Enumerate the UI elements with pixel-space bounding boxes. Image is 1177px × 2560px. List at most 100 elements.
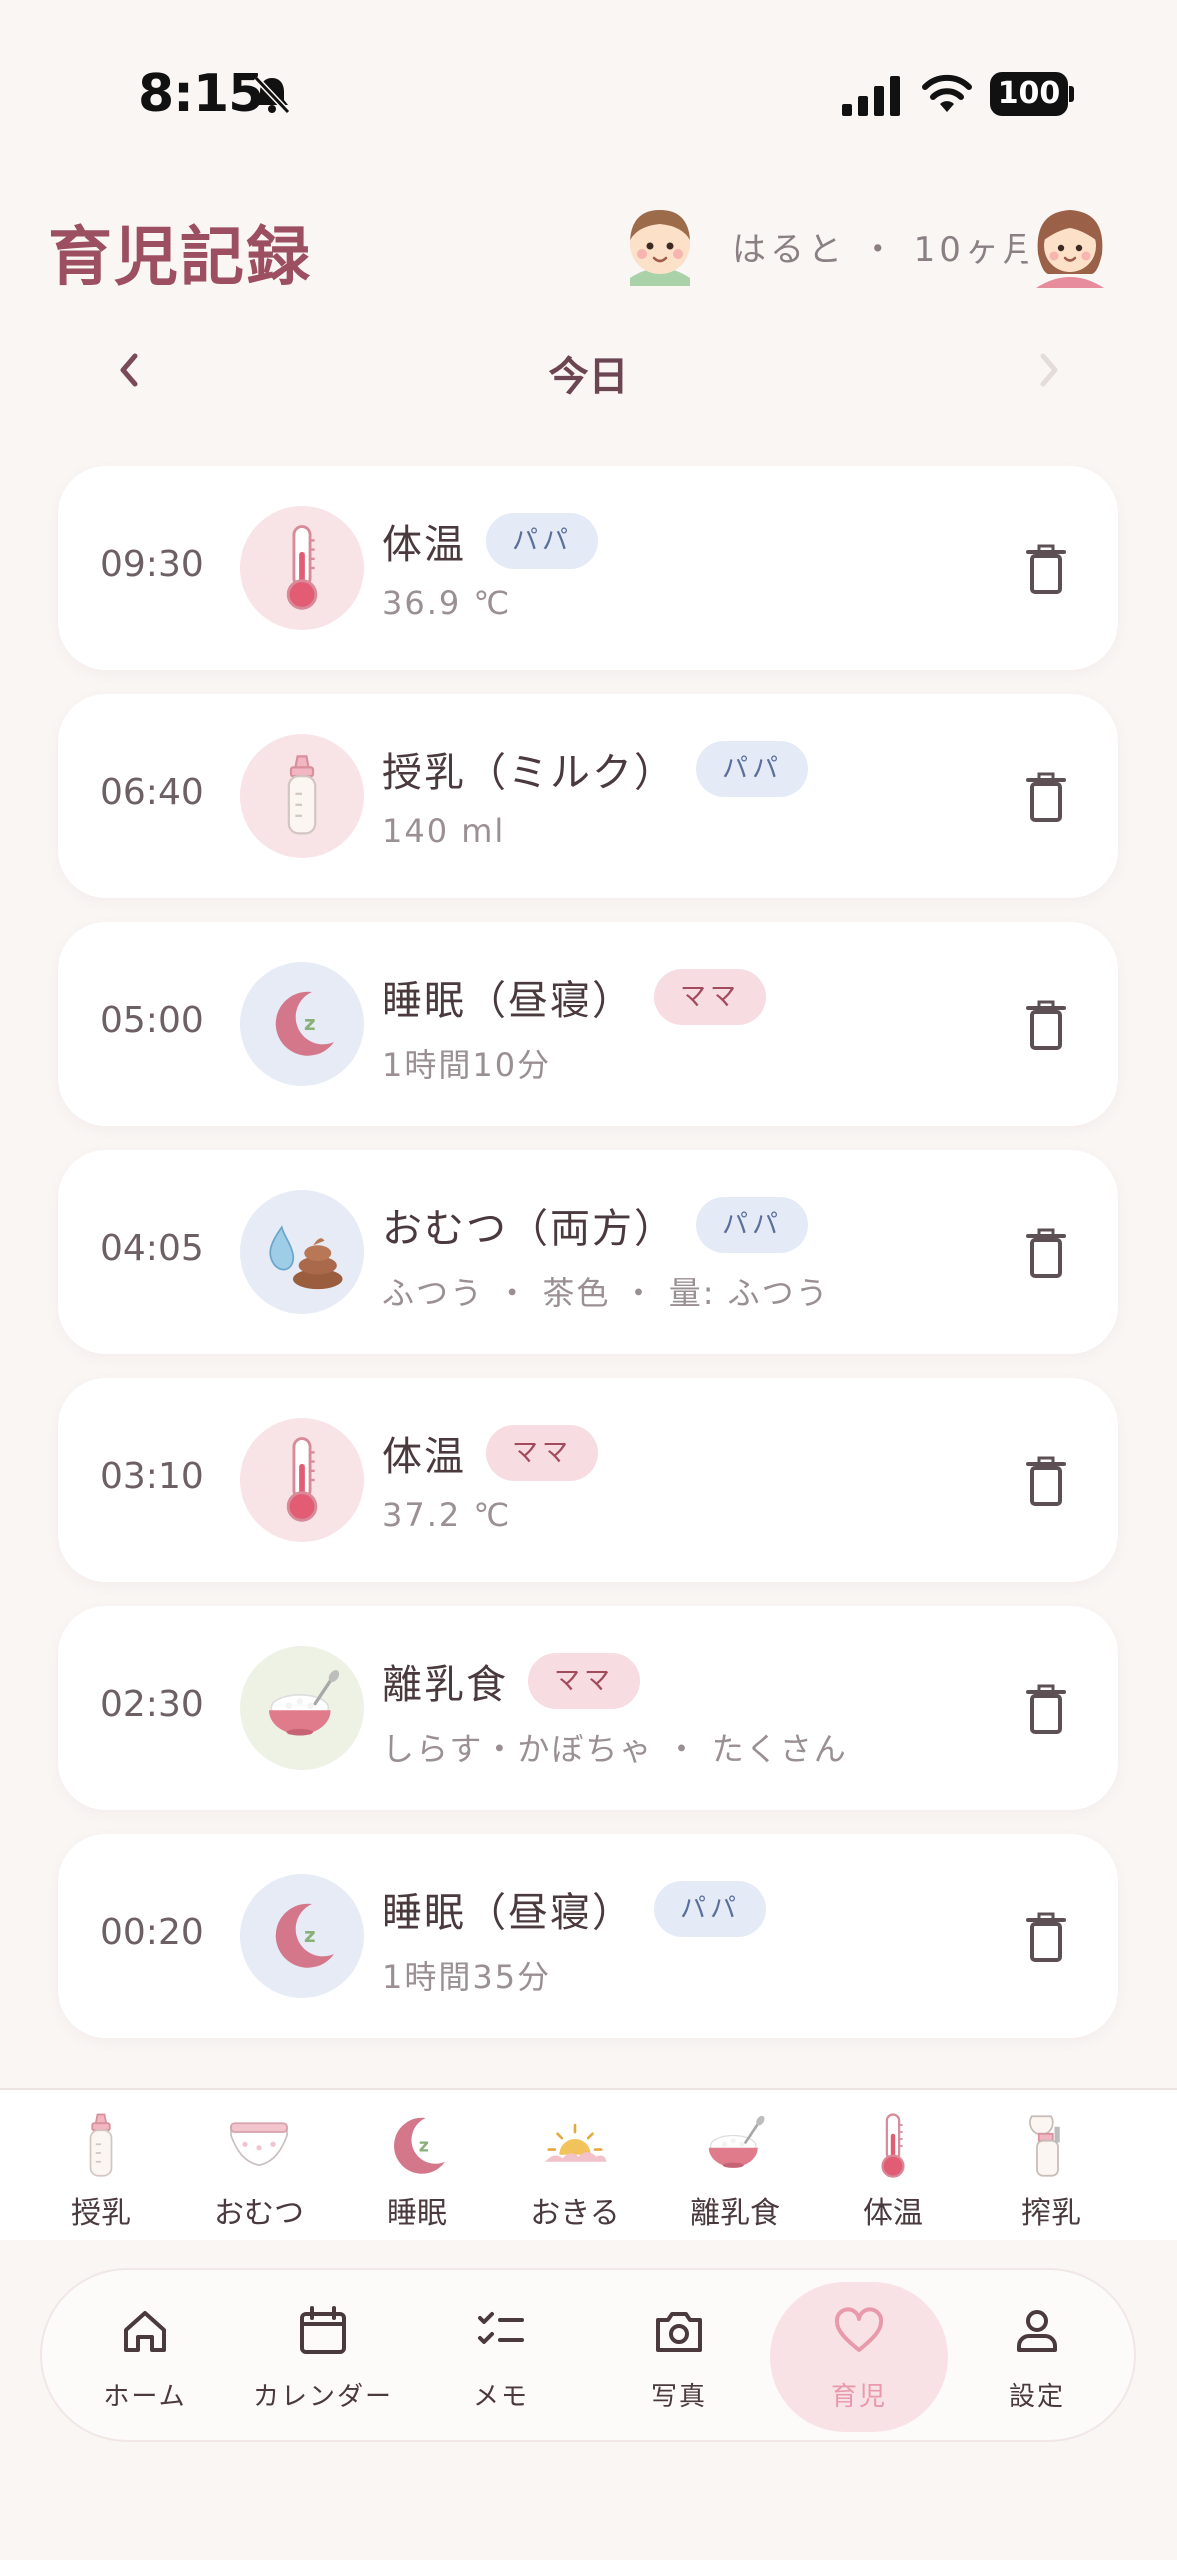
record-title: 体温 (382, 522, 466, 568)
tab-label: 育児 (830, 2382, 887, 2412)
thermometer-icon (881, 2113, 905, 2178)
record-title: 授乳（ミルク） (382, 750, 676, 796)
thermometer-icon (240, 506, 364, 630)
wifi-icon (922, 74, 972, 112)
trash-icon[interactable] (1024, 544, 1068, 596)
bell-muted-icon (253, 75, 291, 115)
diaper-icon (224, 2110, 294, 2182)
record-card[interactable]: 05:00 睡眠（昼寝） ママ 1時間10分 (58, 922, 1118, 1126)
camera-icon (656, 2312, 702, 2352)
record-detail: 37.2 ℃ (382, 1496, 512, 1534)
bottle-icon (240, 734, 364, 858)
tab-settings[interactable]: 設定 (948, 2270, 1126, 2444)
chevron-right-icon (1040, 353, 1058, 387)
tab-label: 設定 (1008, 2382, 1065, 2412)
home-icon (124, 2311, 166, 2352)
quick-add-temperature[interactable]: 体温 (818, 2090, 968, 2240)
trash-icon[interactable] (1024, 1912, 1068, 1964)
heart-icon (834, 2307, 884, 2352)
moon-icon (382, 2110, 452, 2182)
record-title: 離乳食 (382, 1662, 508, 1708)
record-detail: ふつう ・ 茶色 ・ 量: ふつう (382, 1274, 830, 1312)
record-time: 03:10 (100, 1456, 204, 1497)
quick-add-diaper[interactable]: おむつ (184, 2090, 334, 2240)
quick-add-wake[interactable]: おきる (500, 2090, 650, 2240)
trash-icon[interactable] (1024, 1000, 1068, 1052)
trash-icon[interactable] (1024, 1684, 1068, 1736)
record-card[interactable]: 06:40 授乳（ミルク） パパ 140 ml (58, 694, 1118, 898)
status-time: 8:15 (138, 64, 264, 124)
status-bar: 8:15 100 (0, 0, 1177, 190)
calendar-icon (300, 2306, 346, 2354)
quick-add-sleep[interactable]: 睡眠 (342, 2090, 492, 2240)
rice-bowl-icon (700, 2110, 770, 2182)
record-card[interactable]: 04:05 おむつ（両方） パパ ふつう ・ 茶色 ・ 量: ふつう (58, 1150, 1118, 1354)
record-detail: 140 ml (382, 812, 506, 850)
battery-level: 100 (990, 72, 1068, 116)
next-day-button[interactable] (1018, 340, 1078, 400)
trash-icon[interactable] (1024, 1456, 1068, 1508)
current-date-label: 今日 (548, 354, 629, 400)
moon-icon (240, 962, 364, 1086)
recorder-badge: パパ (486, 513, 599, 569)
trash-icon[interactable] (1024, 1228, 1068, 1280)
moon-icon (240, 1874, 364, 1998)
record-card[interactable]: 00:20 睡眠（昼寝） パパ 1時間35分 (58, 1834, 1118, 2038)
quick-add-feeding[interactable]: 授乳 (26, 2090, 176, 2240)
trash-icon[interactable] (1024, 772, 1068, 824)
sunrise-icon (540, 2110, 610, 2182)
bottle-icon (89, 2113, 113, 2177)
record-title: 睡眠（昼寝） (382, 978, 634, 1024)
record-time: 09:30 (100, 544, 204, 585)
quick-add-pumping[interactable]: 搾乳 (976, 2090, 1126, 2240)
tab-label: メモ (472, 2382, 529, 2412)
record-card[interactable]: 03:10 体温 ママ 37.2 ℃ (58, 1378, 1118, 1582)
record-title: 睡眠（昼寝） (382, 1890, 634, 1936)
record-card[interactable]: 02:30 離乳食 ママ しらす・かぼちゃ ・ たくさん (58, 1606, 1118, 1810)
record-time: 04:05 (100, 1228, 204, 1269)
person-icon (1017, 2310, 1057, 2352)
tab-photos[interactable]: 写真 (590, 2270, 768, 2444)
recorder-badge: パパ (696, 741, 809, 797)
record-detail: しらす・かぼちゃ ・ たくさん (382, 1730, 848, 1768)
recorder-badge: ママ (528, 1653, 641, 1709)
tab-label: ホーム (103, 2382, 187, 2412)
record-time: 05:00 (100, 1000, 204, 1041)
record-card[interactable]: 09:30 体温 パパ 36.9 ℃ (58, 466, 1118, 670)
quick-add-baby-food[interactable]: 離乳食 (660, 2090, 810, 2240)
page-title: 育児記録 (48, 221, 312, 295)
quick-add-bar: 授乳 おむつ 睡眠 おきる 離乳食 体温 搾乳 お (0, 2088, 1177, 2240)
record-detail: 1時間35分 (382, 1958, 552, 1996)
tab-label: 写真 (650, 2382, 707, 2412)
record-detail: 1時間10分 (382, 1046, 552, 1084)
quick-add-more[interactable]: お (1134, 2090, 1177, 2240)
record-title: おむつ（両方） (382, 1206, 676, 1252)
tab-childcare[interactable]: 育児 (770, 2270, 948, 2444)
recorder-badge: パパ (654, 1881, 767, 1937)
thermometer-icon (240, 1418, 364, 1542)
record-time: 06:40 (100, 772, 204, 813)
recorder-badge: パパ (696, 1197, 809, 1253)
child-info: はると ・ 10ヶ月 (732, 230, 1041, 270)
record-detail: 36.9 ℃ (382, 584, 512, 622)
rice-bowl-icon (240, 1646, 364, 1770)
record-time: 02:30 (100, 1684, 204, 1725)
record-list: 09:30 体温 パパ 36.9 ℃ 06:40 授乳（ミルク） パパ 140 … (58, 466, 1118, 2062)
diaper-both-icon (240, 1190, 364, 1314)
quick-add-label: お (1114, 2188, 1177, 2232)
record-title: 体温 (382, 1434, 466, 1480)
parent-avatar[interactable] (1022, 196, 1118, 292)
signal-icon (842, 76, 900, 116)
tab-label: カレンダー (252, 2382, 393, 2412)
checklist-icon (478, 2312, 524, 2344)
recorder-badge: ママ (654, 969, 767, 1025)
bottom-tab-bar: ホーム カレンダー メモ 写真 育児 設定 (40, 2268, 1136, 2442)
tab-calendar[interactable]: カレンダー (234, 2270, 412, 2444)
record-time: 00:20 (100, 1912, 204, 1953)
tab-home[interactable]: ホーム (56, 2270, 234, 2444)
breast-pump-icon (1016, 2110, 1086, 2182)
recorder-badge: ママ (486, 1425, 599, 1481)
battery-indicator: 100 (990, 72, 1074, 116)
child-avatar[interactable] (612, 196, 708, 292)
tab-memo[interactable]: メモ (412, 2270, 590, 2444)
